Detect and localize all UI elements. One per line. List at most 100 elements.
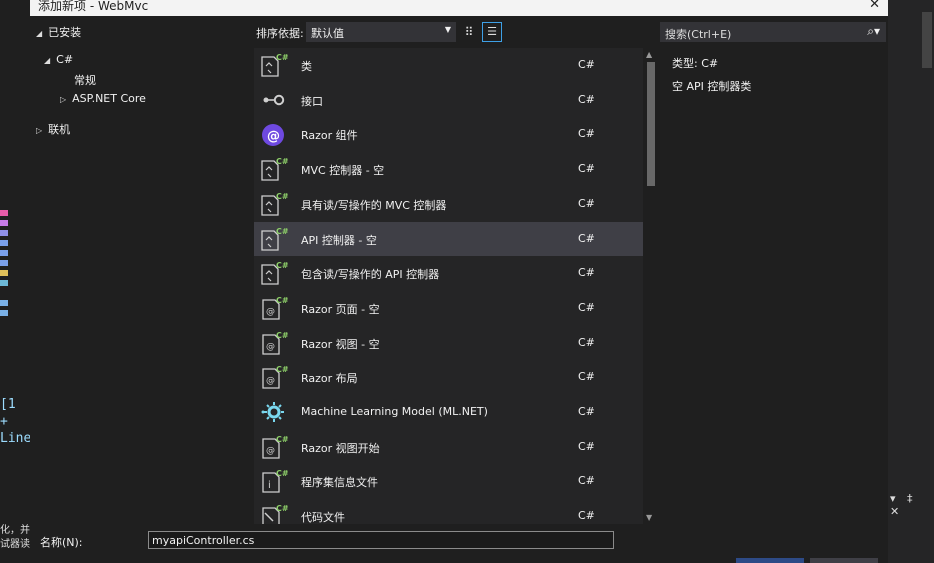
background-ide-right: ▾ ‡ ✕ (888, 0, 934, 563)
class-file-icon: C# (260, 226, 289, 252)
category-tree: ◢ 已安装 ◢ C# 常规 ▷ ASP.NET Core ▷ 联机 (30, 16, 252, 524)
search-icon[interactable]: ⌕▾ (867, 24, 880, 39)
background-ide-left (0, 0, 30, 563)
bg-color-block (0, 260, 8, 266)
template-name: Razor 视图开始 (301, 441, 380, 455)
template-name: Machine Learning Model (ML.NET) (301, 405, 488, 418)
class-file-icon: C# (260, 191, 289, 217)
tree-item-label: 联机 (48, 123, 71, 136)
tree-item-online[interactable]: ▷ 联机 (36, 121, 70, 137)
search-input[interactable]: 搜索(Ctrl+E) ⌕▾ (660, 22, 886, 42)
svg-text:C#: C# (276, 365, 288, 374)
template-row[interactable]: 接口 C# (254, 83, 643, 117)
bg-text-line: 化，并 (0, 525, 30, 536)
template-name: Razor 布局 (301, 372, 358, 386)
bg-color-block (0, 240, 8, 246)
cancel-button[interactable] (810, 558, 878, 563)
sort-dropdown[interactable]: 默认值 ▼ (306, 22, 456, 42)
template-row[interactable]: C# 包含读/写操作的 API 控制器 C# (254, 256, 643, 290)
template-name: MVC 控制器 - 空 (301, 164, 385, 178)
tree-item-csharp[interactable]: ◢ C# (44, 53, 73, 66)
collapsed-arrow-icon: ▷ (60, 95, 67, 104)
tree-item-label: 已安装 (48, 26, 82, 39)
template-name: 程序集信息文件 (301, 476, 378, 490)
list-icon: ☰ (487, 25, 497, 38)
tree-item-label: C# (56, 53, 74, 66)
svg-text:C#: C# (276, 504, 288, 513)
add-button[interactable] (736, 558, 804, 563)
template-row[interactable]: C# 具有读/写操作的 MVC 控制器 C# (254, 187, 643, 221)
add-new-item-dialog: 添加新项 - WebMvc ✕ ◢ 已安装 ◢ C# 常规 ▷ ASP.NET Cor… (30, 0, 888, 563)
bg-code-line: Line( (0, 431, 40, 446)
search-placeholder: 搜索(Ctrl+E) (665, 28, 732, 41)
bg-scrollbar (922, 12, 932, 68)
list-view-button[interactable]: ☰ (482, 22, 502, 42)
template-name: 接口 (301, 94, 323, 108)
template-row[interactable]: C# 代码文件 C# (254, 499, 643, 524)
tree-item-installed[interactable]: ◢ 已安装 (36, 24, 81, 40)
class-file-icon: C# (260, 156, 289, 182)
class-file-icon: C# (260, 260, 289, 286)
scrollbar-thumb[interactable] (647, 62, 655, 186)
template-row[interactable]: i C# 程序集信息文件 C# (254, 464, 643, 498)
template-row[interactable]: @ C# Razor 视图开始 C# (254, 430, 643, 464)
template-row[interactable]: C# 类 C# (254, 48, 643, 82)
template-name: Razor 视图 - 空 (301, 337, 380, 351)
template-row[interactable]: C# MVC 控制器 - 空 C# (254, 152, 643, 186)
name-input[interactable] (148, 531, 614, 549)
template-list-scrollbar[interactable]: ▲ ▼ (643, 48, 659, 524)
sort-value: 默认值 (311, 27, 344, 40)
svg-text:C#: C# (276, 53, 288, 62)
details-description: 空 API 控制器类 (672, 80, 752, 93)
svg-text:@: @ (266, 342, 275, 352)
expanded-arrow-icon: ◢ (44, 56, 51, 65)
scroll-down-icon[interactable]: ▼ (646, 513, 652, 522)
template-language: C# (578, 92, 595, 106)
template-language: C# (578, 335, 595, 349)
template-row[interactable]: @ C# Razor 页面 - 空 C# (254, 291, 643, 325)
template-row[interactable]: @ Razor 组件 C# (254, 117, 643, 151)
template-language: C# (578, 405, 595, 418)
bg-color-block (0, 270, 8, 276)
details-type: 类型: C# (672, 57, 719, 70)
template-language: C# (578, 439, 595, 453)
template-name: 具有读/写操作的 MVC 控制器 (301, 198, 447, 212)
template-language: C# (578, 231, 595, 245)
code-file-icon: C# (260, 503, 289, 524)
bg-color-block (0, 280, 8, 286)
svg-text:C#: C# (276, 435, 288, 444)
template-language: C# (578, 58, 595, 71)
template-language: C# (578, 474, 595, 488)
close-icon[interactable]: ✕ (869, 0, 880, 12)
bg-code-line: [1 + (0, 397, 16, 429)
template-name: API 控制器 - 空 (301, 233, 377, 247)
tree-item-aspnet-core[interactable]: ▷ ASP.NET Core (60, 92, 146, 105)
bg-color-block (0, 230, 8, 236)
chevron-down-icon: ▼ (444, 25, 451, 34)
details-pane: 类型: C# 空 API 控制器类 (660, 48, 886, 524)
svg-text:i: i (268, 480, 271, 491)
razor-file-icon: @ C# (260, 330, 289, 356)
tree-item-general[interactable]: 常规 (74, 72, 96, 88)
svg-text:C#: C# (276, 261, 288, 270)
template-row[interactable]: Machine Learning Model (ML.NET) C# (254, 395, 643, 429)
template-row[interactable]: @ C# Razor 视图 - 空 C# (254, 326, 643, 360)
template-row[interactable]: @ C# Razor 布局 C# (254, 360, 643, 394)
pane-controls[interactable]: ▾ ‡ ✕ (890, 492, 934, 518)
info-file-icon: i C# (260, 468, 289, 494)
scroll-up-icon[interactable]: ▲ (646, 50, 652, 59)
svg-text:C#: C# (276, 157, 288, 166)
svg-text:@: @ (266, 446, 275, 456)
collapsed-arrow-icon: ▷ (36, 126, 43, 135)
name-label: 名称(N): (40, 536, 83, 549)
sort-label: 排序依据: (256, 27, 304, 40)
grid-view-button[interactable]: ⠿ (460, 22, 478, 42)
background-code: [1 + Line( (0, 396, 40, 447)
template-language: C# (578, 370, 595, 384)
svg-text:C#: C# (276, 227, 288, 236)
razor-component-icon: @ (260, 121, 288, 147)
template-row[interactable]: C# API 控制器 - 空 C# (254, 221, 643, 256)
tree-item-label: 常规 (74, 74, 96, 87)
background-output-text: 化，并 试器读 (0, 524, 30, 552)
template-language: C# (578, 127, 595, 141)
